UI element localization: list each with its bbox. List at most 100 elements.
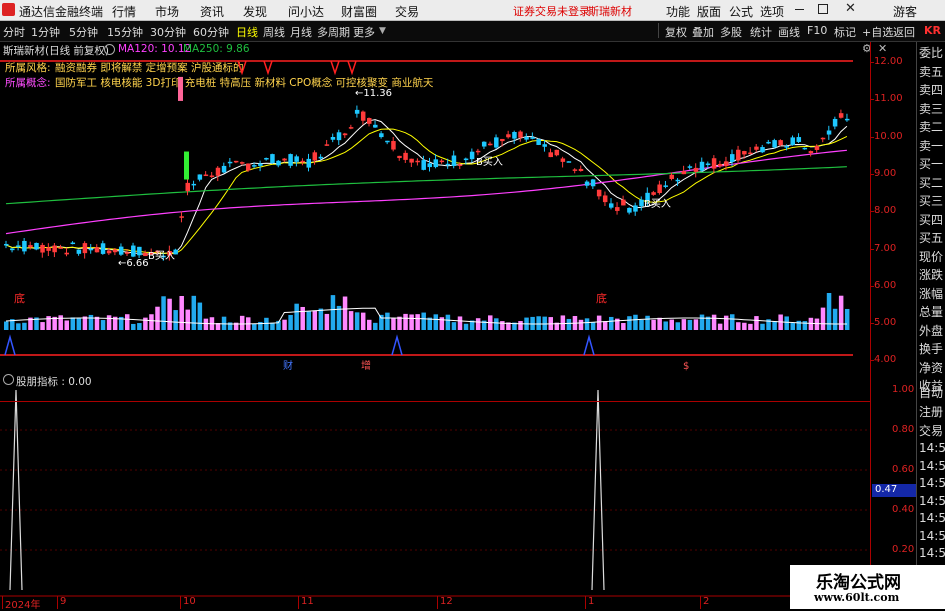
price-tick xyxy=(870,360,874,362)
menu-quotes[interactable]: 行情 xyxy=(112,3,136,20)
volume-bar xyxy=(578,319,584,330)
volume-bar xyxy=(155,306,160,330)
candle-body xyxy=(572,169,578,171)
mark-button[interactable]: 标记 xyxy=(834,24,856,40)
date-tick xyxy=(700,596,701,609)
chevron-down-icon[interactable]: ▼ xyxy=(379,26,386,36)
volume-bar xyxy=(82,316,88,330)
candle-body xyxy=(451,155,457,166)
candle-body xyxy=(264,158,269,160)
multi-stock-button[interactable]: 多股 xyxy=(720,24,742,40)
tab-daily[interactable]: 日线 xyxy=(236,24,258,40)
overlay-button[interactable]: 叠加 xyxy=(692,24,714,40)
guest-label[interactable]: 游客 xyxy=(893,3,917,20)
volume-bar xyxy=(409,314,414,330)
menu-ask[interactable]: 问小达 xyxy=(288,3,324,20)
tab-weekly[interactable]: 周线 xyxy=(263,24,285,40)
menu-function[interactable]: 功能 xyxy=(666,3,690,20)
tab-30min[interactable]: 30分钟 xyxy=(150,24,186,40)
date-tick xyxy=(437,596,438,609)
menu-options[interactable]: 选项 xyxy=(760,3,784,20)
candle-body xyxy=(530,137,535,139)
volume-bar xyxy=(106,315,112,330)
volume-bar xyxy=(300,306,305,330)
buy-signal-label: B买入 xyxy=(148,250,175,262)
tab-15min[interactable]: 15分钟 xyxy=(107,24,143,40)
volume-bar xyxy=(651,319,656,330)
candle-body xyxy=(681,171,687,175)
quote-field-label: 买二 xyxy=(919,175,944,190)
adjust-button[interactable]: 复权 xyxy=(665,24,687,40)
kline-chart[interactable]: 底 底 B买入 B买入 B买入 ←11.36 ←6.66 财 增 $ xyxy=(0,42,870,609)
quote-field-label: 涨幅 xyxy=(919,286,944,301)
tab-5min[interactable]: 5分钟 xyxy=(69,24,98,40)
candle-body xyxy=(185,182,190,192)
volume-bar xyxy=(560,315,566,330)
high-price-marker: ←11.36 xyxy=(355,88,392,99)
maximize-icon[interactable] xyxy=(818,4,828,14)
candle-body xyxy=(233,160,239,163)
candle-body xyxy=(651,192,656,195)
volume-bar xyxy=(373,322,378,330)
candle-body xyxy=(469,151,475,160)
tab-monthly[interactable]: 月线 xyxy=(290,24,312,40)
tab-more[interactable]: 更多 xyxy=(353,24,375,40)
indicator-gear-icon[interactable] xyxy=(3,374,14,385)
candle-body xyxy=(615,207,620,211)
volume-bar xyxy=(826,292,832,330)
candle-body xyxy=(838,113,844,118)
back-button[interactable]: 返回 xyxy=(893,24,915,40)
volume-bar xyxy=(717,323,723,330)
tab-intraday[interactable]: 分时 xyxy=(3,24,25,40)
candle-body xyxy=(844,118,850,121)
price-tick-label: 12.00 xyxy=(874,56,903,67)
trade-login-notice[interactable]: 证券交易未登录 xyxy=(513,3,590,19)
menu-trade[interactable]: 交易 xyxy=(395,3,419,20)
trade-panel-label[interactable]: 注册 xyxy=(919,403,943,420)
stock-notice[interactable]: 斯瑞新材 xyxy=(588,3,632,19)
candle-body xyxy=(58,247,63,249)
volume-bar xyxy=(288,314,293,330)
candle-body xyxy=(548,152,553,158)
candle-body xyxy=(203,174,209,177)
menu-formula[interactable]: 公式 xyxy=(729,3,753,20)
volume-tag-label: $ xyxy=(683,361,689,372)
volume-bar xyxy=(125,314,130,330)
menu-layout[interactable]: 版面 xyxy=(697,3,721,20)
volume-bar xyxy=(772,321,777,330)
volume-bar xyxy=(415,314,420,330)
trade-panel-label[interactable]: 交易 xyxy=(919,422,943,439)
volume-bar xyxy=(838,295,844,330)
close-icon[interactable]: ✕ xyxy=(845,1,856,16)
tab-60min[interactable]: 60分钟 xyxy=(193,24,229,40)
volume-bar xyxy=(179,296,184,330)
candle-body-highlight xyxy=(184,151,189,180)
candle-body xyxy=(385,140,390,143)
menu-wealth[interactable]: 财富圈 xyxy=(341,3,377,20)
close-panel-icon[interactable]: ✕ xyxy=(878,42,887,55)
menu-news[interactable]: 资讯 xyxy=(200,3,224,20)
tab-1min[interactable]: 1分钟 xyxy=(31,24,60,40)
top-v-marker xyxy=(347,60,357,76)
f10-button[interactable]: F10 xyxy=(807,24,827,37)
tick-time: 14:56 xyxy=(919,528,945,543)
draw-line-button[interactable]: 画线 xyxy=(778,24,800,40)
candle-body xyxy=(475,150,481,153)
menu-discover[interactable]: 发现 xyxy=(243,3,267,20)
add-watchlist-button[interactable]: +自选 xyxy=(862,24,893,40)
trade-panel-label[interactable]: 自动 xyxy=(919,384,943,401)
minimize-icon[interactable] xyxy=(795,9,804,10)
menu-market[interactable]: 市场 xyxy=(155,3,179,20)
candle-body xyxy=(524,136,529,140)
volume-bar xyxy=(536,316,541,330)
candle-body xyxy=(826,130,832,135)
volume-bar xyxy=(736,322,741,330)
corner-label[interactable]: KR xyxy=(924,24,941,37)
stats-button[interactable]: 统计 xyxy=(750,24,772,40)
top-v-marker xyxy=(263,60,273,76)
tab-multi-period[interactable]: 多周期 xyxy=(317,24,350,40)
candle-body xyxy=(512,131,517,139)
scale-divider xyxy=(870,42,871,609)
candle-body xyxy=(336,132,342,141)
date-tick xyxy=(2,596,3,609)
